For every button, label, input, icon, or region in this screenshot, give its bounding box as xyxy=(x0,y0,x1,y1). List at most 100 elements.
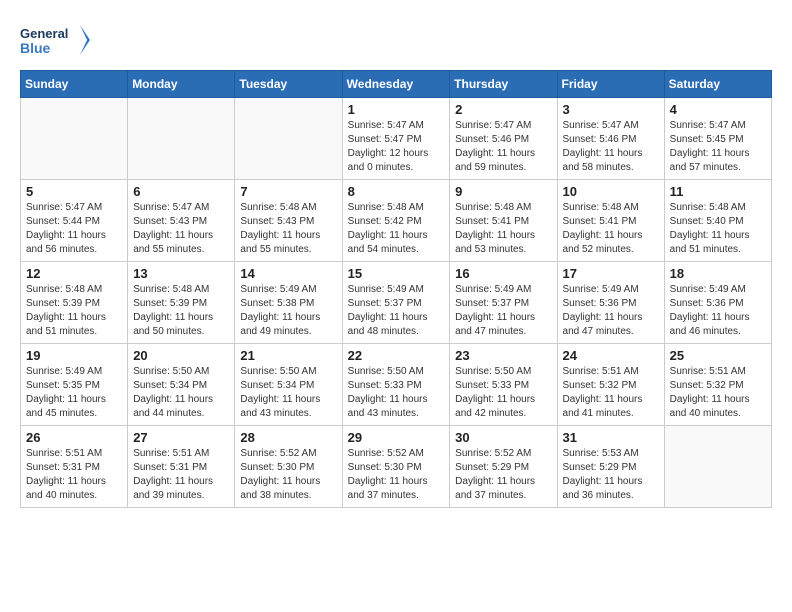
day-number: 28 xyxy=(240,430,336,445)
calendar-cell: 13Sunrise: 5:48 AM Sunset: 5:39 PM Dayli… xyxy=(128,262,235,344)
calendar-cell: 4 Sunrise: 5:47 AM Sunset: 5:45 PM Daylig… xyxy=(664,98,771,180)
cell-info: Sunrise: 5:49 AM Sunset: 5:35 PM Dayligh… xyxy=(26,365,122,421)
calendar-cell: 12Sunrise: 5:48 AM Sunset: 5:39 PM Dayli… xyxy=(21,262,128,344)
day-number: 31 xyxy=(563,430,659,445)
calendar-cell xyxy=(128,98,235,180)
calendar-cell: 24Sunrise: 5:51 AM Sunset: 5:32 PM Dayli… xyxy=(557,344,664,426)
cell-info: Sunrise: 5:50 AM Sunset: 5:34 PM Dayligh… xyxy=(133,365,229,421)
calendar-cell xyxy=(664,426,771,508)
calendar-cell: 25 Sunrise: 5:51 AM Sunset: 5:32 PM Dayli… xyxy=(664,344,771,426)
svg-text:Blue: Blue xyxy=(20,40,51,56)
weekday-header-friday: Friday xyxy=(557,71,664,98)
day-number: 24 xyxy=(563,348,659,363)
day-number: 5 xyxy=(26,184,122,199)
weekday-header-monday: Monday xyxy=(128,71,235,98)
day-number: 23 xyxy=(455,348,551,363)
page-header: General Blue xyxy=(20,20,772,60)
calendar-cell: 3 Sunrise: 5:47 AM Sunset: 5:46 PM Daylig… xyxy=(557,98,664,180)
calendar-cell: 18 Sunrise: 5:49 AM Sunset: 5:36 PM Dayli… xyxy=(664,262,771,344)
day-number: 30 xyxy=(455,430,551,445)
logo-svg: General Blue xyxy=(20,20,90,60)
cell-info: Sunrise: 5:48 AM Sunset: 5:40 PM Dayligh… xyxy=(670,201,766,257)
calendar-cell xyxy=(21,98,128,180)
calendar-cell: 21Sunrise: 5:50 AM Sunset: 5:34 PM Dayli… xyxy=(235,344,342,426)
day-number: 19 xyxy=(26,348,122,363)
day-number: 18 xyxy=(670,266,766,281)
day-number: 10 xyxy=(563,184,659,199)
day-number: 20 xyxy=(133,348,229,363)
calendar-cell: 20 Sunrise: 5:50 AM Sunset: 5:34 PM Dayli… xyxy=(128,344,235,426)
calendar-cell: 27Sunrise: 5:51 AM Sunset: 5:31 PM Dayli… xyxy=(128,426,235,508)
cell-info: Sunrise: 5:48 AM Sunset: 5:41 PM Dayligh… xyxy=(455,201,551,257)
weekday-header-row: SundayMondayTuesdayWednesdayThursdayFrid… xyxy=(21,71,772,98)
cell-info: Sunrise: 5:47 AM Sunset: 5:46 PM Dayligh… xyxy=(455,119,551,175)
cell-info: Sunrise: 5:49 AM Sunset: 5:37 PM Dayligh… xyxy=(348,283,445,339)
cell-info: Sunrise: 5:48 AM Sunset: 5:41 PM Dayligh… xyxy=(563,201,659,257)
day-number: 4 xyxy=(670,102,766,117)
calendar-cell: 6 Sunrise: 5:47 AM Sunset: 5:43 PM Daylig… xyxy=(128,180,235,262)
day-number: 17 xyxy=(563,266,659,281)
calendar-cell: 2 Sunrise: 5:47 AM Sunset: 5:46 PM Daylig… xyxy=(450,98,557,180)
cell-info: Sunrise: 5:47 AM Sunset: 5:44 PM Dayligh… xyxy=(26,201,122,257)
cell-info: Sunrise: 5:49 AM Sunset: 5:38 PM Dayligh… xyxy=(240,283,336,339)
cell-info: Sunrise: 5:49 AM Sunset: 5:36 PM Dayligh… xyxy=(670,283,766,339)
calendar-cell: 7Sunrise: 5:48 AM Sunset: 5:43 PM Daylig… xyxy=(235,180,342,262)
calendar-cell: 19 Sunrise: 5:49 AM Sunset: 5:35 PM Dayli… xyxy=(21,344,128,426)
day-number: 27 xyxy=(133,430,229,445)
calendar-cell: 29 Sunrise: 5:52 AM Sunset: 5:30 PM Dayli… xyxy=(342,426,450,508)
calendar-cell: 10 Sunrise: 5:48 AM Sunset: 5:41 PM Dayli… xyxy=(557,180,664,262)
weekday-header-saturday: Saturday xyxy=(664,71,771,98)
day-number: 8 xyxy=(348,184,445,199)
day-number: 13 xyxy=(133,266,229,281)
cell-info: Sunrise: 5:47 AM Sunset: 5:45 PM Dayligh… xyxy=(670,119,766,175)
calendar-cell: 5 Sunrise: 5:47 AM Sunset: 5:44 PM Daylig… xyxy=(21,180,128,262)
calendar-cell: 14Sunrise: 5:49 AM Sunset: 5:38 PM Dayli… xyxy=(235,262,342,344)
day-number: 2 xyxy=(455,102,551,117)
calendar-cell: 9Sunrise: 5:48 AM Sunset: 5:41 PM Daylig… xyxy=(450,180,557,262)
calendar-cell: 22 Sunrise: 5:50 AM Sunset: 5:33 PM Dayli… xyxy=(342,344,450,426)
calendar-cell: 30 Sunrise: 5:52 AM Sunset: 5:29 PM Dayli… xyxy=(450,426,557,508)
cell-info: Sunrise: 5:47 AM Sunset: 5:43 PM Dayligh… xyxy=(133,201,229,257)
day-number: 6 xyxy=(133,184,229,199)
day-number: 1 xyxy=(348,102,445,117)
cell-info: Sunrise: 5:51 AM Sunset: 5:31 PM Dayligh… xyxy=(26,447,122,503)
day-number: 29 xyxy=(348,430,445,445)
cell-info: Sunrise: 5:52 AM Sunset: 5:30 PM Dayligh… xyxy=(348,447,445,503)
day-number: 11 xyxy=(670,184,766,199)
day-number: 16 xyxy=(455,266,551,281)
cell-info: Sunrise: 5:50 AM Sunset: 5:33 PM Dayligh… xyxy=(348,365,445,421)
calendar-cell: 23 Sunrise: 5:50 AM Sunset: 5:33 PM Dayli… xyxy=(450,344,557,426)
day-number: 15 xyxy=(348,266,445,281)
cell-info: Sunrise: 5:53 AM Sunset: 5:29 PM Dayligh… xyxy=(563,447,659,503)
day-number: 12 xyxy=(26,266,122,281)
calendar-cell: 11 Sunrise: 5:48 AM Sunset: 5:40 PM Dayli… xyxy=(664,180,771,262)
calendar-week-row: 1 Sunrise: 5:47 AM Sunset: 5:47 PM Daylig… xyxy=(21,98,772,180)
svg-text:General: General xyxy=(20,26,68,41)
weekday-header-thursday: Thursday xyxy=(450,71,557,98)
cell-info: Sunrise: 5:49 AM Sunset: 5:37 PM Dayligh… xyxy=(455,283,551,339)
day-number: 3 xyxy=(563,102,659,117)
cell-info: Sunrise: 5:47 AM Sunset: 5:47 PM Dayligh… xyxy=(348,119,445,175)
cell-info: Sunrise: 5:52 AM Sunset: 5:30 PM Dayligh… xyxy=(240,447,336,503)
day-number: 22 xyxy=(348,348,445,363)
calendar-week-row: 12Sunrise: 5:48 AM Sunset: 5:39 PM Dayli… xyxy=(21,262,772,344)
cell-info: Sunrise: 5:47 AM Sunset: 5:46 PM Dayligh… xyxy=(563,119,659,175)
cell-info: Sunrise: 5:51 AM Sunset: 5:32 PM Dayligh… xyxy=(670,365,766,421)
cell-info: Sunrise: 5:48 AM Sunset: 5:43 PM Dayligh… xyxy=(240,201,336,257)
day-number: 26 xyxy=(26,430,122,445)
calendar-week-row: 19 Sunrise: 5:49 AM Sunset: 5:35 PM Dayli… xyxy=(21,344,772,426)
calendar-cell: 1 Sunrise: 5:47 AM Sunset: 5:47 PM Daylig… xyxy=(342,98,450,180)
calendar-table: SundayMondayTuesdayWednesdayThursdayFrid… xyxy=(20,70,772,508)
calendar-cell: 15 Sunrise: 5:49 AM Sunset: 5:37 PM Dayli… xyxy=(342,262,450,344)
cell-info: Sunrise: 5:50 AM Sunset: 5:33 PM Dayligh… xyxy=(455,365,551,421)
cell-info: Sunrise: 5:48 AM Sunset: 5:42 PM Dayligh… xyxy=(348,201,445,257)
calendar-cell: 31 Sunrise: 5:53 AM Sunset: 5:29 PM Dayli… xyxy=(557,426,664,508)
weekday-header-sunday: Sunday xyxy=(21,71,128,98)
calendar-cell: 26 Sunrise: 5:51 AM Sunset: 5:31 PM Dayli… xyxy=(21,426,128,508)
calendar-week-row: 5 Sunrise: 5:47 AM Sunset: 5:44 PM Daylig… xyxy=(21,180,772,262)
day-number: 25 xyxy=(670,348,766,363)
cell-info: Sunrise: 5:52 AM Sunset: 5:29 PM Dayligh… xyxy=(455,447,551,503)
weekday-header-wednesday: Wednesday xyxy=(342,71,450,98)
day-number: 21 xyxy=(240,348,336,363)
calendar-week-row: 26 Sunrise: 5:51 AM Sunset: 5:31 PM Dayli… xyxy=(21,426,772,508)
